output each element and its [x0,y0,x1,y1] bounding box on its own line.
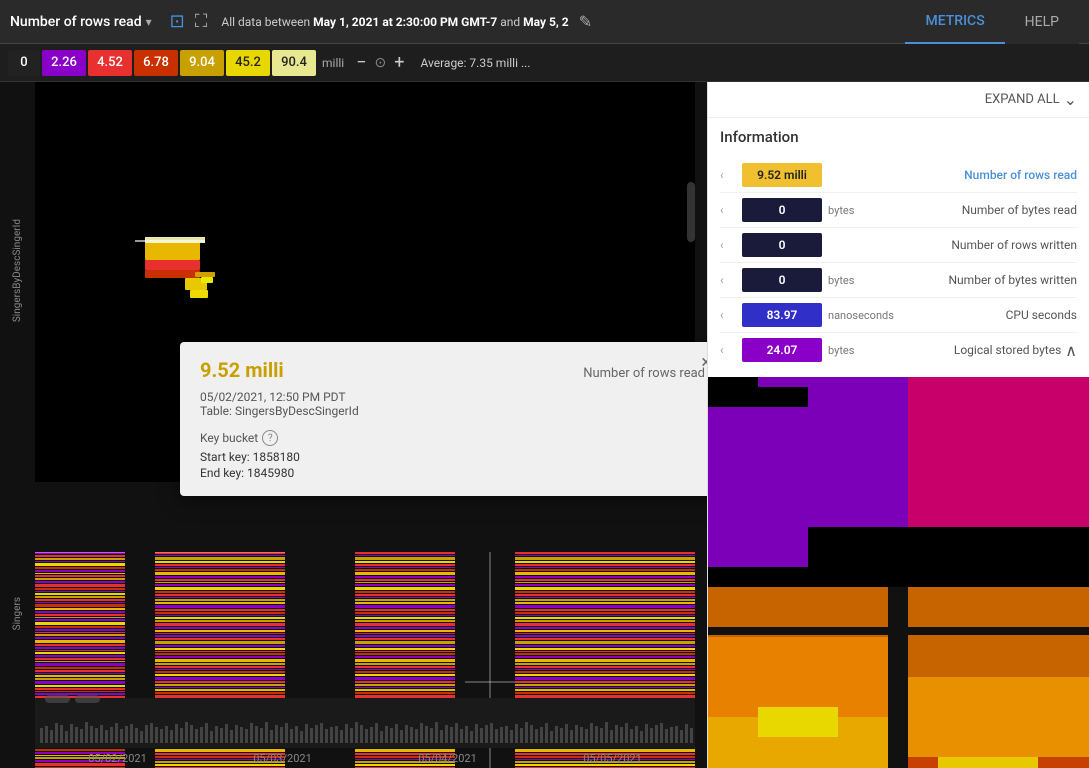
metric-label: Number of rows read [10,14,142,30]
tooltip-endkey: End key: 1845980 [200,466,705,480]
info-chevron-logical[interactable]: ‹ [720,343,736,357]
timeline-label-4: 05/05/2021 [583,752,642,765]
edit-icon[interactable]: ✎ [579,12,592,31]
info-label-rows-written: Number of rows written [914,238,1077,252]
left-panel: SingersByDescSingerId Singers [0,82,707,768]
info-unit-bytes-read: bytes [828,204,908,217]
legend-item-4[interactable]: 9.04 [180,50,224,76]
timeline-label-3: 05/04/2021 [418,752,477,765]
timeline-label-2: 05/03/2021 [253,752,312,765]
tooltip-startkey: Start key: 1858180 [200,450,705,464]
y-label-singers-by-desc: SingersByDescSingerId [12,219,23,322]
horizontal-scrollbar-left[interactable] [45,695,70,703]
y-axis: SingersByDescSingerId Singers [0,82,35,768]
tab-right-panel: METRICS HELP [905,0,1079,44]
crop-tool-icon[interactable]: ⊡ [170,11,185,32]
tooltip-keybucket: Key bucket ? [200,430,705,446]
tooltip-metric: Number of rows read [583,366,705,381]
legend-item-0[interactable]: 0 [8,50,40,76]
info-label-bytes-written: Number of bytes written [914,273,1077,287]
info-row-cpu-seconds: ‹ 83.97 nanoseconds CPU seconds [720,298,1077,333]
legend-item-1[interactable]: 2.26 [42,50,86,76]
legend-item-2[interactable]: 4.52 [88,50,132,76]
rp-heatmap[interactable]: + [708,377,1089,768]
horizontal-scrollbar-right[interactable] [75,695,100,703]
vertical-scrollbar[interactable] [687,182,695,242]
rp-header: EXPAND ALL ⌄ [708,82,1089,118]
tooltip-table: Table: SingersByDescSingerId [200,404,705,418]
info-label-rows-read: Number of rows read [914,168,1077,182]
info-badge-logical: 24.07 [742,338,822,362]
right-panel: EXPAND ALL ⌄ Information ‹ 9.52 milli Nu… [707,82,1089,768]
info-badge-bytes-written: 0 [742,268,822,292]
help-icon[interactable]: ? [262,430,278,446]
legend-minus[interactable]: − [350,52,372,73]
timeline-sparkline[interactable] [35,698,695,748]
info-badge-rows-written: 0 [742,233,822,257]
tab-help[interactable]: HELP [1005,0,1079,44]
info-unit-bytes-written: bytes [828,274,908,287]
info-row-bytes-written: ‹ 0 bytes Number of bytes written [720,263,1077,298]
legend-avg: Average: 7.35 milli ... [420,56,530,70]
info-badge-cpu: 83.97 [742,303,822,327]
info-chevron-bytes-written[interactable]: ‹ [720,273,736,287]
info-row-logical-stored: ‹ 24.07 bytes Logical stored bytes ∧ [720,333,1077,367]
info-title: Information [720,128,1077,146]
tooltip-popup: × 9.52 milli Number of rows read 05/02/2… [180,342,707,496]
legend-plus[interactable]: + [388,52,410,73]
info-unit-cpu: nanoseconds [828,309,908,322]
tooltip-close-button[interactable]: × [701,352,707,373]
legend-item-3[interactable]: 6.78 [134,50,178,76]
tab-metrics[interactable]: METRICS [905,0,1004,44]
legend-circle: ⊙ [375,55,387,71]
expand-all-icon: ⌄ [1064,90,1077,109]
metric-selector[interactable]: Number of rows read ▾ [10,14,152,30]
info-row-rows-written: ‹ 0 Number of rows written [720,228,1077,263]
info-unit-logical: bytes [828,344,908,357]
expand-tool-icon[interactable]: ⛶ [195,11,208,32]
info-section: Information ‹ 9.52 milli Number of rows … [708,118,1089,377]
info-label-logical: Logical stored bytes ∧ [914,341,1077,360]
y-label-singers: Singers [12,597,23,630]
legend-unit: milli [318,56,348,70]
timeline-labels: 05/02/2021 05/03/2021 05/04/2021 05/05/2… [35,748,695,768]
info-label-cpu: CPU seconds [914,308,1077,322]
tooltip-date: 05/02/2021, 12:50 PM PDT [200,390,705,404]
info-chevron-bytes-read[interactable]: ‹ [720,203,736,217]
info-chevron-rows-written[interactable]: ‹ [720,238,736,252]
info-badge-rows-read: 9.52 milli [742,163,822,187]
legend-item-5[interactable]: 45.2 [226,50,270,76]
timeline-label-1: 05/02/2021 [88,752,147,765]
info-row-bytes-read: ‹ 0 bytes Number of bytes read [720,193,1077,228]
dropdown-icon[interactable]: ▾ [146,15,152,29]
legend-bar: 0 2.26 4.52 6.78 9.04 45.2 90.4 milli − … [0,44,1089,82]
info-chevron-rows-read[interactable]: ‹ [720,168,736,182]
expand-all-button[interactable]: EXPAND ALL ⌄ [985,90,1077,109]
info-row-rows-read: ‹ 9.52 milli Number of rows read [720,158,1077,193]
toolbar: Number of rows read ▾ ⊡ ⛶ All data betwe… [0,0,1089,44]
info-badge-bytes-read: 0 [742,198,822,222]
collapse-logical-icon[interactable]: ∧ [1065,341,1077,360]
info-chevron-cpu[interactable]: ‹ [720,308,736,322]
date-range: All data between May 1, 2021 at 2:30:00 … [221,15,568,29]
viz-area: × 9.52 milli Number of rows read 05/02/2… [35,82,695,768]
info-label-bytes-read: Number of bytes read [914,203,1077,217]
tooltip-value: 9.52 milli [200,358,284,382]
legend-item-6[interactable]: 90.4 [272,50,316,76]
